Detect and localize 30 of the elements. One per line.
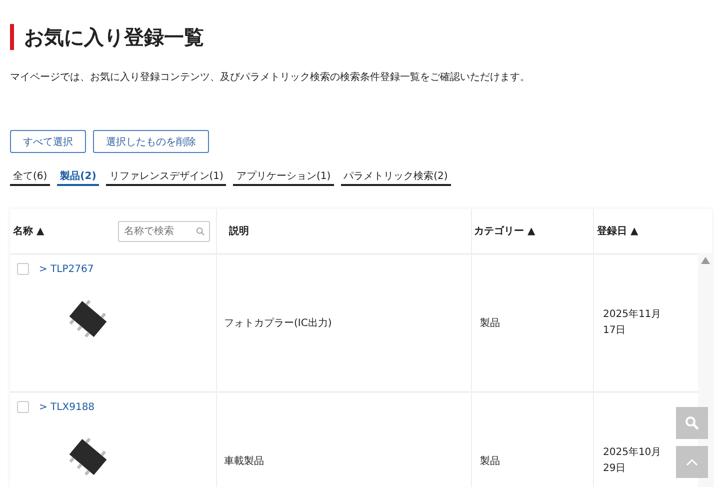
product-link[interactable]: > TLX9188: [39, 402, 95, 412]
category-text: 製品: [480, 454, 500, 468]
search-button[interactable]: [676, 407, 708, 439]
filter-tab[interactable]: パラメトリック検索(2): [340, 169, 451, 186]
page-description: マイページでは、お気に入り登録コンテンツ、及びパラメトリック検索の検索条件登録一覧をご確認いただけます。: [10, 70, 531, 84]
page-title: お気に入り登録一覧: [10, 24, 712, 50]
column-header: 説明: [229, 224, 249, 238]
filter-tab[interactable]: 製品(2): [57, 169, 100, 186]
filter-tab[interactable]: リファレンスデザイン(1): [106, 169, 226, 186]
category-text: 製品: [480, 316, 500, 330]
search-icon: [685, 416, 699, 430]
product-link[interactable]: > TLP2767: [39, 264, 94, 274]
description-text: 車載製品: [224, 454, 264, 468]
name-search-field[interactable]: 名称で検索: [118, 220, 210, 242]
filter-tab[interactable]: アプリケーション(1): [233, 169, 334, 186]
chevron-up-icon: [686, 458, 698, 466]
date-text: 2025年10月29日: [603, 446, 662, 476]
row-checkbox[interactable]: [17, 401, 29, 413]
filter-tab[interactable]: 全て(6): [10, 169, 50, 186]
search-icon: [196, 226, 205, 236]
action-button[interactable]: すべて選択: [10, 130, 86, 153]
row-checkbox[interactable]: [17, 263, 29, 275]
scroll-up-icon[interactable]: [700, 257, 710, 264]
scroll-top-button[interactable]: [676, 446, 708, 478]
column-header[interactable]: 登録日 ▲: [597, 224, 638, 238]
column-header[interactable]: 名称 ▲: [13, 224, 44, 238]
description-text: フォトカプラー(IC出力): [224, 316, 332, 330]
column-header[interactable]: カテゴリー ▲: [474, 224, 536, 238]
date-text: 2025年11月17日: [603, 308, 662, 338]
action-button[interactable]: 選択したものを削除: [93, 130, 209, 153]
